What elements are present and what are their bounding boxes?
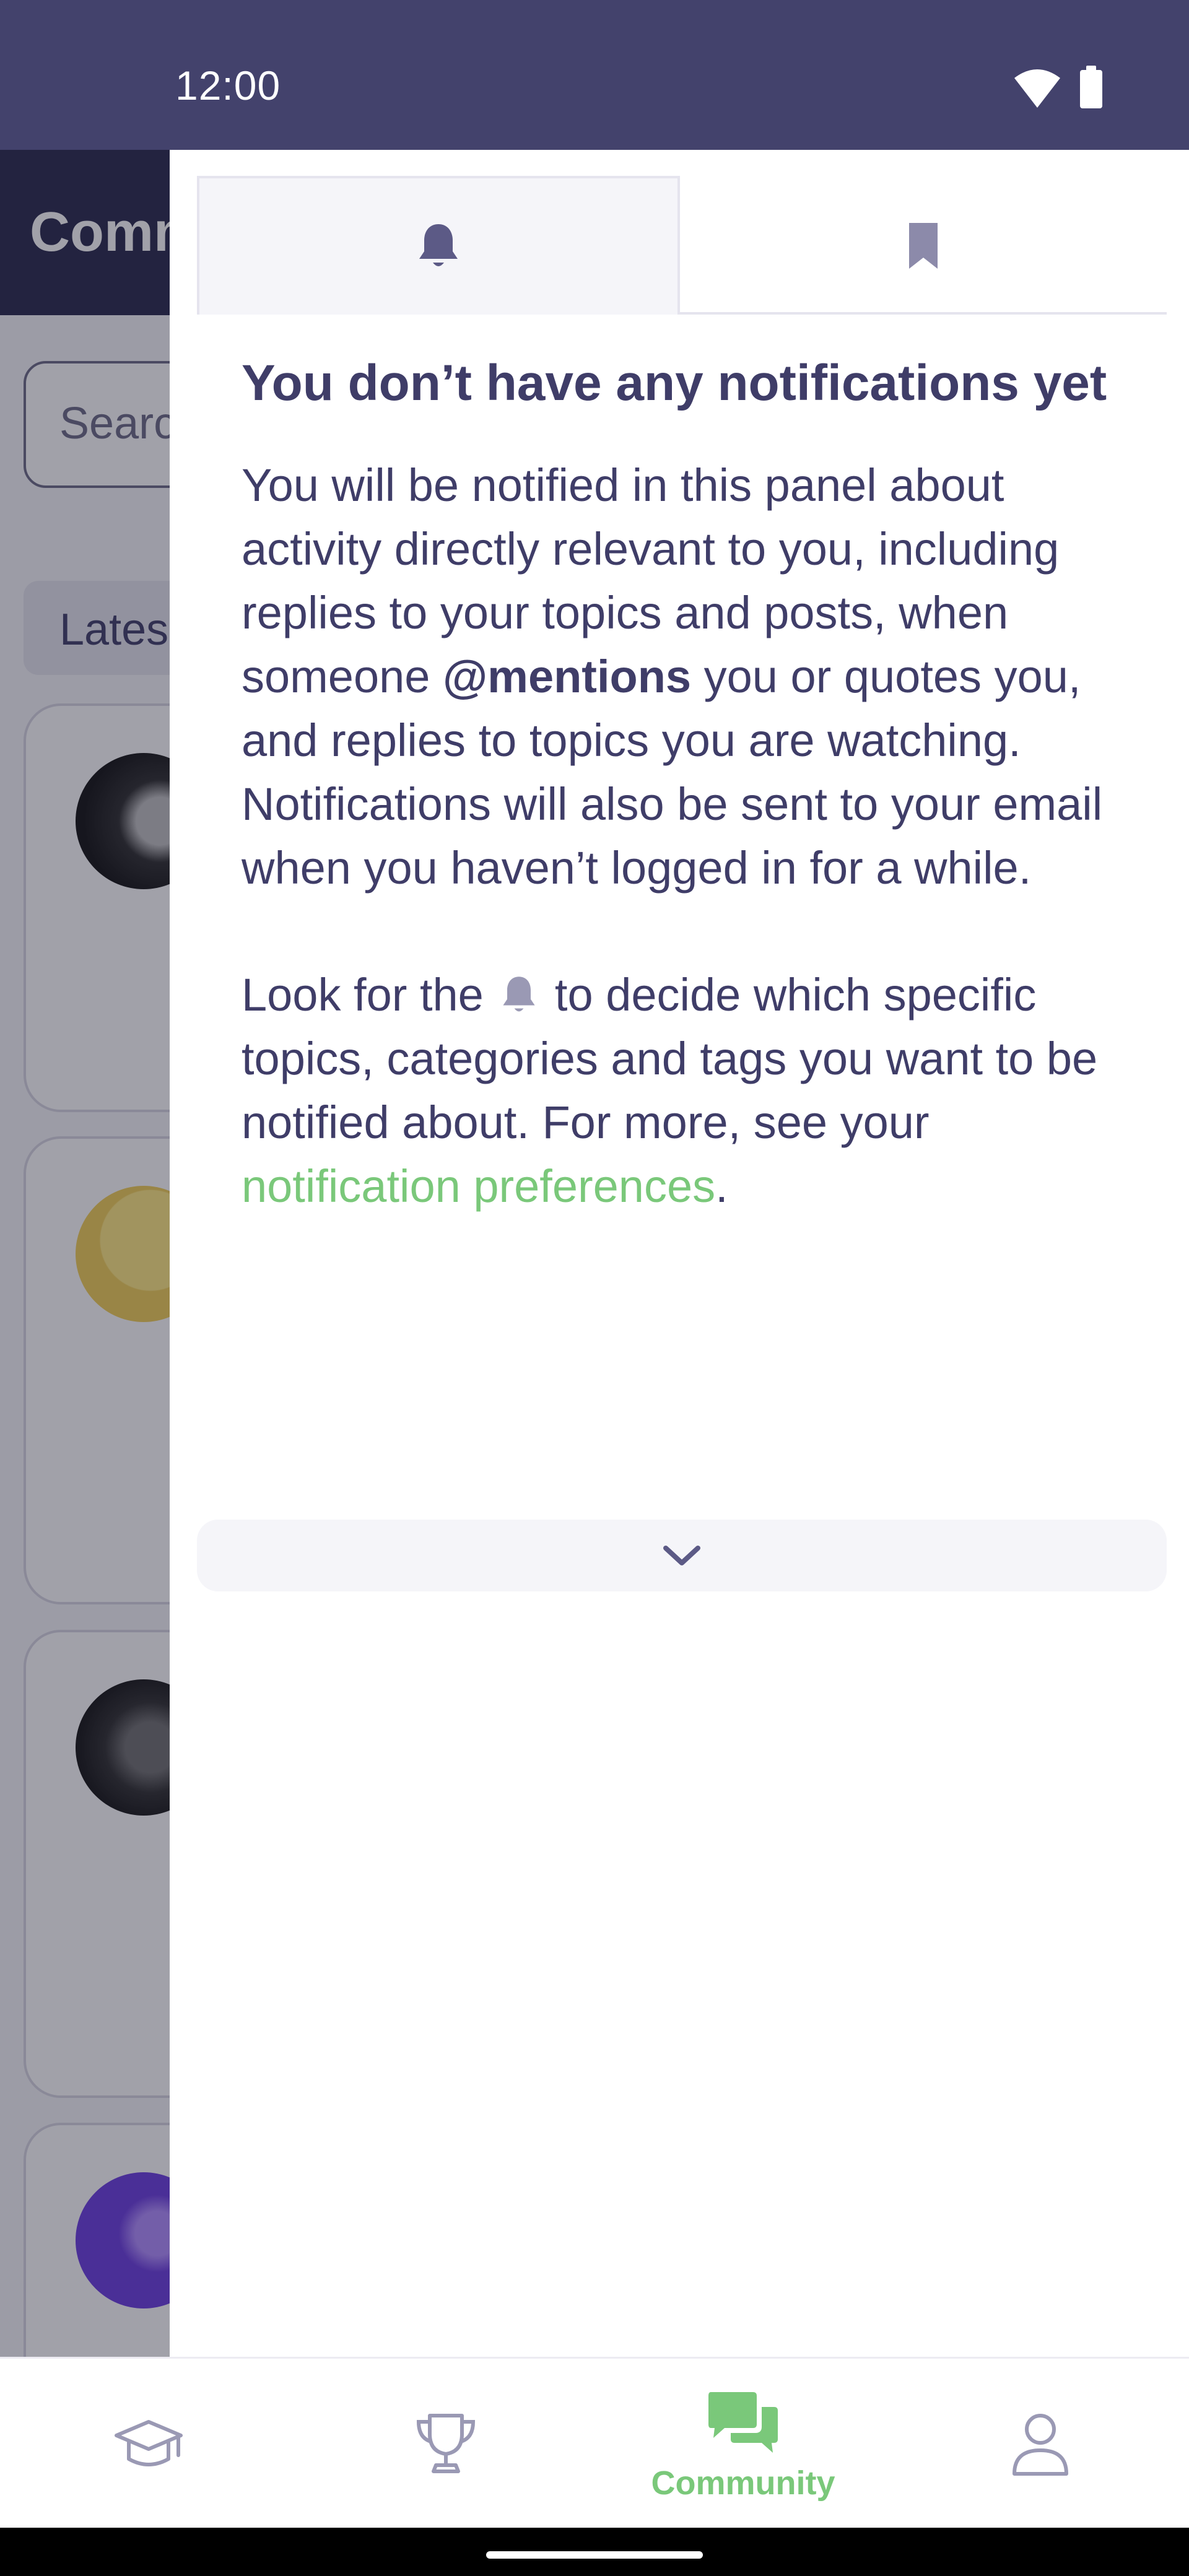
notifications-panel: You don’t have any notifications yet You… bbox=[170, 150, 1189, 2357]
tab-notifications[interactable] bbox=[197, 176, 680, 315]
empty-description: You will be notified in this panel about… bbox=[242, 453, 1121, 900]
bell-icon bbox=[503, 977, 535, 1012]
hint-end: . bbox=[715, 1160, 728, 1212]
panel-tabs bbox=[197, 176, 1167, 315]
nav-community[interactable]: Community bbox=[594, 2359, 892, 2530]
nav-profile[interactable] bbox=[892, 2359, 1189, 2530]
chevron-down-icon bbox=[663, 1546, 700, 1565]
empty-state: You don’t have any notifications yet You… bbox=[242, 346, 1121, 1218]
system-navigation-bar bbox=[0, 2528, 1189, 2576]
nav-community-label: Community bbox=[651, 2465, 835, 2502]
nav-challenges[interactable] bbox=[297, 2359, 594, 2530]
battery-icon bbox=[1080, 66, 1102, 108]
bottom-navigation: Community bbox=[0, 2357, 1189, 2528]
show-more-button[interactable] bbox=[197, 1520, 1167, 1591]
mentions-text: @mentions bbox=[442, 651, 692, 702]
chat-bubbles-icon bbox=[708, 2392, 778, 2453]
user-icon bbox=[1013, 2414, 1068, 2476]
bell-icon bbox=[419, 224, 458, 266]
hint-text: Look for the bbox=[242, 969, 497, 1020]
empty-hint: Look for the to decide which specific to… bbox=[242, 963, 1121, 1218]
trophy-icon bbox=[416, 2414, 476, 2473]
notification-preferences-link[interactable]: notification preferences bbox=[242, 1160, 715, 1212]
nav-learn[interactable] bbox=[0, 2359, 297, 2530]
home-gesture-handle[interactable] bbox=[486, 2551, 703, 2559]
tab-bookmarks[interactable] bbox=[680, 176, 1167, 315]
status-bar: 12:00 bbox=[0, 0, 1189, 150]
status-time: 12:00 bbox=[175, 63, 281, 108]
graduation-cap-icon bbox=[115, 2420, 183, 2466]
wifi-icon bbox=[1014, 69, 1060, 108]
bookmark-icon bbox=[909, 223, 938, 269]
empty-title: You don’t have any notifications yet bbox=[242, 355, 1107, 411]
